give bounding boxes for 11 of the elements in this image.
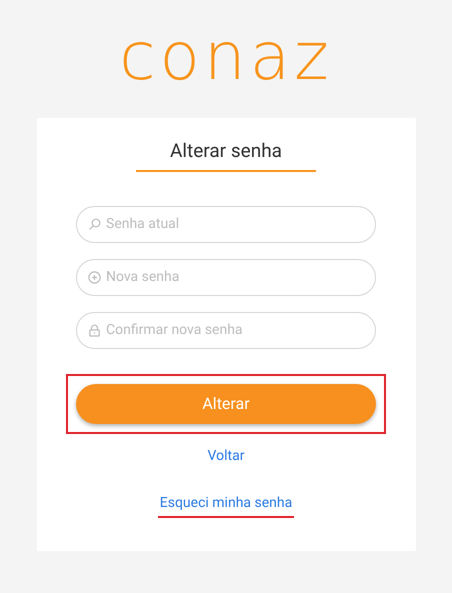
input-field[interactable]: Nova senha [76, 258, 376, 296]
input-field[interactable]: Confirmar nova senha [76, 312, 376, 348]
logo: conaz [119, 22, 333, 92]
input-field[interactable]: Senha atual [76, 206, 376, 242]
link[interactable]: Voltar [206, 446, 246, 470]
lock-icon [88, 324, 101, 336]
plus-circle-icon [88, 270, 101, 284]
search-icon [88, 218, 101, 230]
link[interactable]: Esqueci minha senha [158, 492, 294, 518]
submit-button[interactable]: Alterar [76, 384, 376, 424]
form-title: Alterar senha [136, 137, 316, 172]
